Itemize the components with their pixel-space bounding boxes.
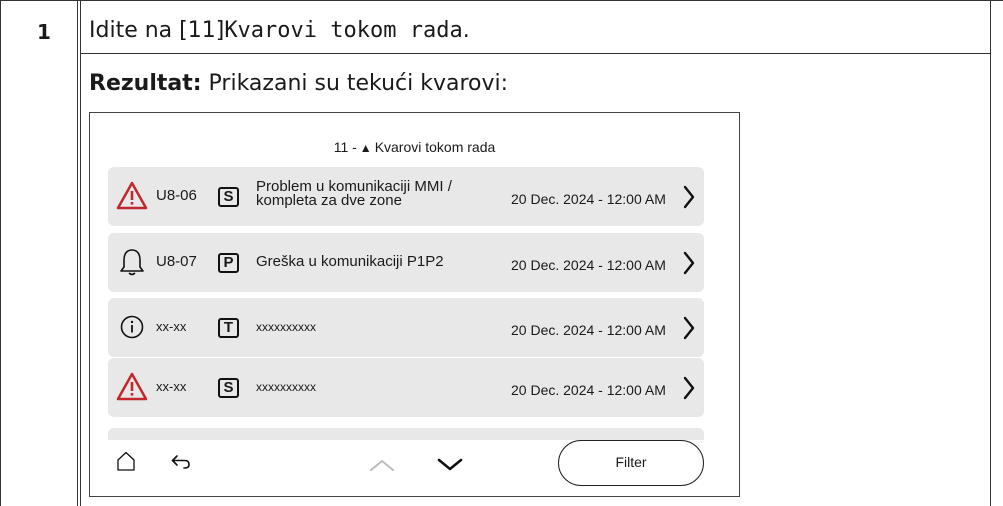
error-date: 20 Dec. 2024 - 12:00 AM — [511, 191, 666, 207]
info-circle-icon — [120, 315, 144, 339]
chevron-right-icon — [683, 376, 695, 400]
table-column-divider — [77, 0, 81, 506]
result-text: Prikazani su tekući kvarovi: — [201, 71, 509, 96]
error-type-badge: T — [218, 318, 239, 338]
error-description-line: kompleta za dve zone — [256, 192, 402, 209]
step-number: 1 — [37, 20, 51, 44]
error-row[interactable]: U8-06 S Problem u komunikaciji MMI / kom… — [108, 167, 704, 226]
instruction-suffix: . — [462, 18, 470, 43]
error-date: 20 Dec. 2024 - 12:00 AM — [511, 322, 666, 338]
error-description: xxxxxxxxxx — [256, 320, 316, 334]
error-type-badge: S — [218, 187, 239, 207]
result-label: Rezultat: — [89, 71, 202, 96]
table-row-divider — [81, 53, 990, 54]
error-type-badge: P — [218, 253, 239, 273]
home-icon[interactable] — [115, 450, 137, 472]
error-type-badge: S — [218, 378, 239, 398]
error-code: U8-06 — [156, 187, 197, 204]
chevron-right-icon — [683, 316, 695, 340]
error-description: Greška u komunikaciji P1P2 — [256, 253, 444, 270]
error-row[interactable]: xx-xx S xxxxxxxxxx 20 Dec. 2024 - 12:00 … — [108, 358, 704, 417]
error-date: 20 Dec. 2024 - 12:00 AM — [511, 382, 666, 398]
menu-name: Kvarovi tokom rada — [224, 18, 463, 43]
screen-title: 11 - ▲ Kvarovi tokom rada — [90, 139, 739, 155]
error-row[interactable]: U8-07 P Greška u komunikaciji P1P2 20 De… — [108, 233, 704, 292]
error-code: U8-07 — [156, 253, 197, 270]
filter-button[interactable]: Filter — [558, 440, 704, 486]
chevron-right-icon — [683, 185, 695, 209]
error-description: xxxxxxxxxx — [256, 380, 316, 394]
bell-icon — [120, 249, 144, 276]
instruction-prefix: Idite na [11] — [89, 18, 225, 43]
step-instruction: Idite na [11]Kvarovi tokom rada. — [89, 18, 470, 43]
table-top-border — [0, 0, 1003, 1]
error-row[interactable]: xx-xx T xxxxxxxxxx 20 Dec. 2024 - 12:00 … — [108, 298, 704, 357]
table-right-border — [990, 0, 991, 506]
error-code: xx-xx — [156, 319, 187, 334]
error-date: 20 Dec. 2024 - 12:00 AM — [511, 257, 666, 273]
back-icon[interactable] — [170, 453, 192, 471]
screen-title-text: Kvarovi tokom rada — [374, 139, 496, 155]
error-description: Problem u komunikaciji MMI / kompleta za… — [256, 179, 452, 209]
warning-triangle-icon: ▲ — [359, 141, 372, 155]
screen-title-prefix: 11 - — [333, 139, 357, 155]
scroll-down-icon[interactable] — [436, 458, 464, 472]
table-left-border — [0, 0, 1, 506]
chevron-right-icon — [683, 251, 695, 275]
error-row-partial — [108, 428, 704, 440]
error-code: xx-xx — [156, 379, 187, 394]
warning-triangle-icon — [116, 181, 148, 210]
warning-triangle-icon — [116, 372, 148, 401]
result-line: Rezultat: Prikazani su tekući kvarovi: — [89, 71, 508, 96]
device-screen: 11 - ▲ Kvarovi tokom rada U8-06 S Problem … — [89, 112, 740, 497]
scroll-up-icon[interactable] — [368, 458, 396, 472]
